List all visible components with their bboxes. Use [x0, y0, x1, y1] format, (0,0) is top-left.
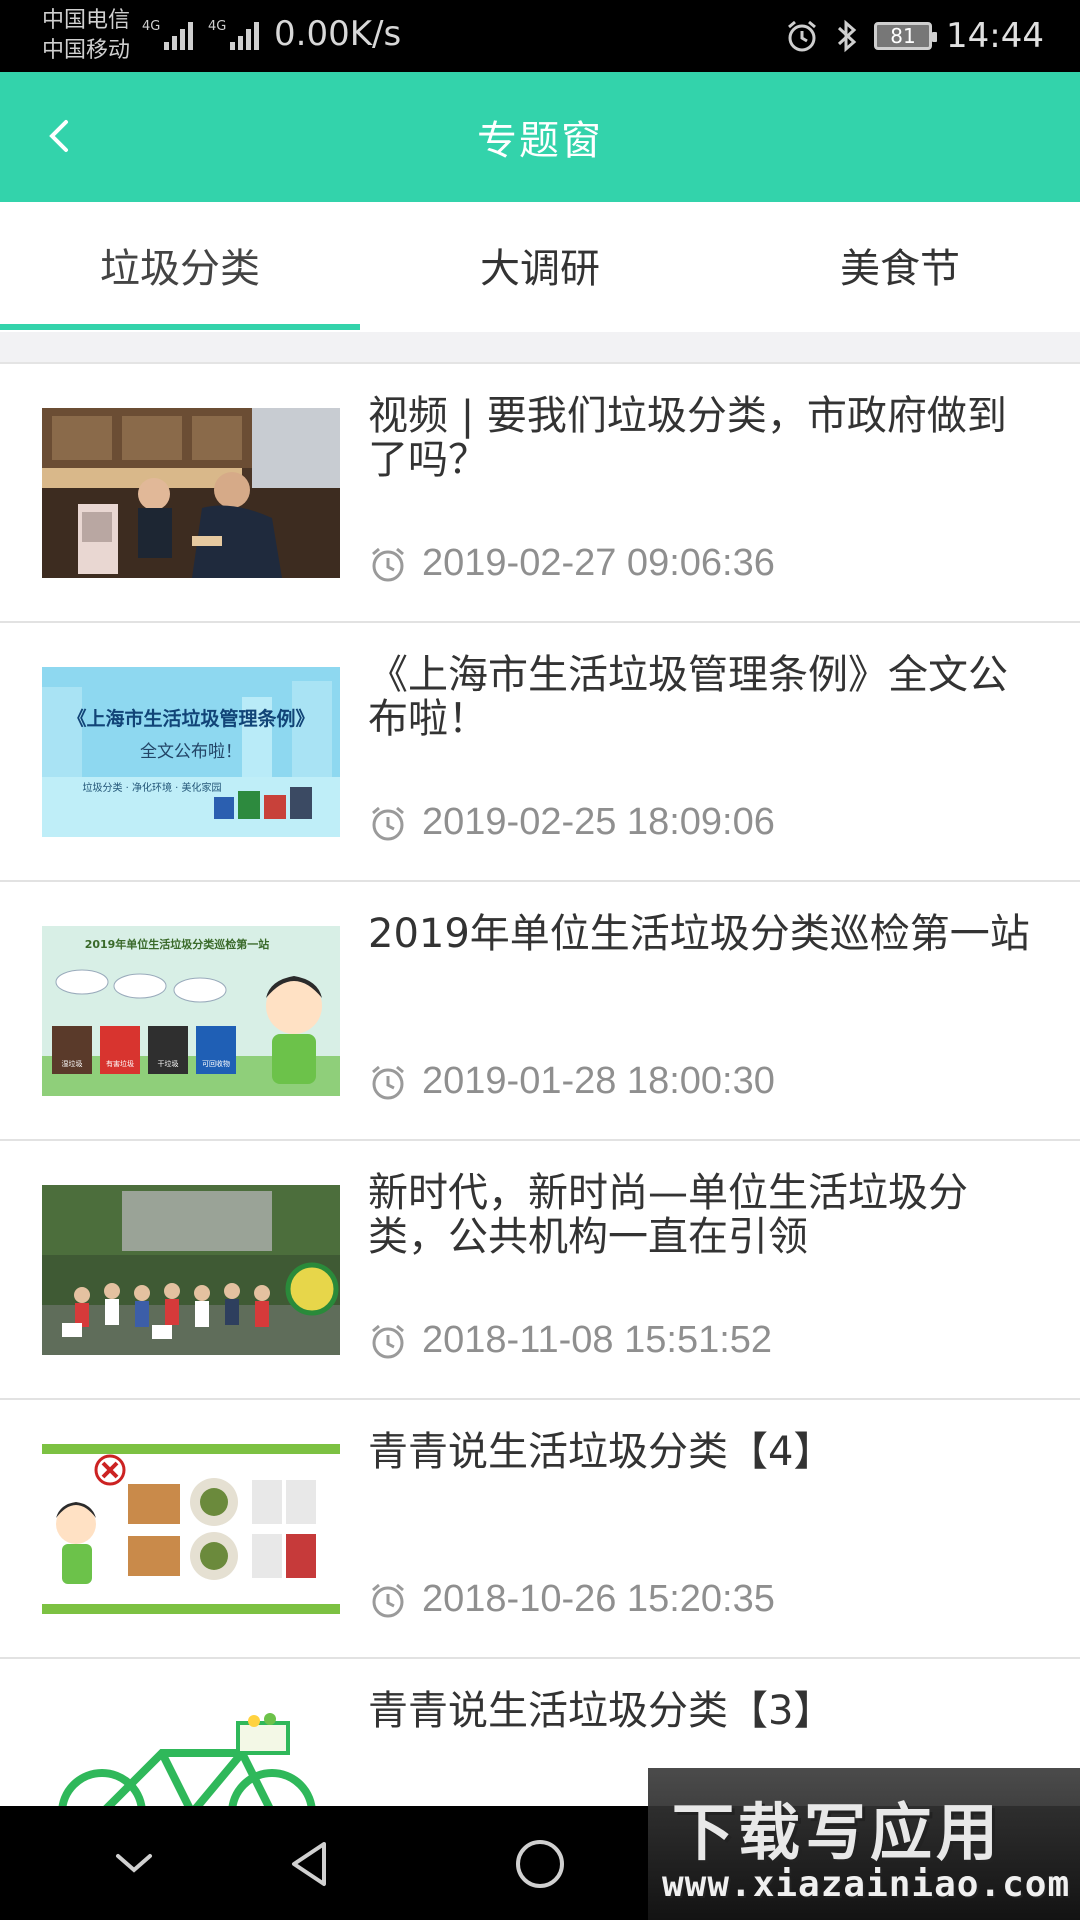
article-meta: 2018-11-08 15:51:52	[368, 1319, 772, 1362]
carrier-labels: 中国电信 中国移动	[42, 6, 130, 66]
list-item[interactable]: 新时代，新时尚—单位生活垃圾分类，公共机构一直在引领 2018-11-08 15…	[0, 1141, 1080, 1400]
alarm-clock-icon	[372, 1324, 404, 1358]
tab-label: 大调研	[480, 246, 600, 292]
svg-text:湿垃圾: 湿垃圾	[62, 1059, 83, 1068]
alarm-icon	[788, 20, 816, 52]
svg-text:垃圾分类 · 净化环境 · 美化家园: 垃圾分类 · 净化环境 · 美化家园	[82, 781, 221, 794]
alarm-clock-icon	[372, 1583, 404, 1617]
article-meta: 2019-01-28 18:00:30	[368, 1060, 775, 1103]
battery-icon: 81	[874, 22, 938, 50]
home-circle-icon[interactable]	[510, 1836, 570, 1892]
article-title: 视频 | 要我们垃圾分类，市政府做到了吗？	[368, 393, 1007, 483]
list-item[interactable]: 《上海市生活垃圾管理条例》 全文公布啦！ 垃圾分类 · 净化环境 · 美化家园 …	[0, 623, 1080, 882]
net-speed: 0.00K/s	[274, 14, 402, 54]
svg-text:4G: 4G	[208, 19, 226, 34]
article-time: 2019-02-25 18:09:06	[422, 801, 775, 843]
signal-icon: 4G	[142, 19, 193, 50]
tab-research[interactable]: 大调研	[360, 202, 720, 332]
signal-icon: 4G	[208, 19, 259, 50]
carrier-2: 中国移动	[42, 38, 131, 63]
status-bar: 中国电信 中国移动 4G 4G 0.00K/s 81 14:44	[0, 0, 1080, 72]
svg-text:有害垃圾: 有害垃圾	[106, 1059, 134, 1068]
app-screen: 中国电信 中国移动 4G 4G 0.00K/s 81 14:44 专题窗 垃圾分…	[0, 0, 1080, 1920]
tab-label: 垃圾分类	[100, 246, 260, 292]
tab-bar: 垃圾分类 大调研 美食节	[0, 202, 1080, 332]
article-thumbnail	[42, 408, 340, 578]
article-thumbnail: 2019年单位生活垃圾分类巡检第一站 湿垃圾 有害垃圾 干垃圾 可回收物	[42, 926, 340, 1096]
tab-label: 美食节	[840, 246, 960, 292]
svg-text:《上海市生活垃圾管理条例》: 《上海市生活垃圾管理条例》	[67, 707, 314, 730]
alarm-clock-icon	[372, 806, 404, 840]
status-time: 14:44	[946, 16, 1044, 56]
alarm-clock-icon	[372, 1065, 404, 1099]
chevron-down-icon[interactable]	[104, 1836, 164, 1892]
bluetooth-icon	[837, 19, 857, 53]
article-thumbnail	[42, 1444, 340, 1614]
svg-text:干垃圾: 干垃圾	[158, 1059, 179, 1068]
article-title: 2019年单位生活垃圾分类巡检第一站	[368, 911, 1030, 957]
article-title: 青青说生活垃圾分类【4】	[368, 1429, 834, 1475]
article-thumbnail	[42, 1185, 340, 1355]
article-time: 2019-02-27 09:06:36	[422, 542, 775, 584]
status-right: 81 14:44	[784, 10, 1044, 62]
article-time: 2018-10-26 15:20:35	[422, 1578, 775, 1620]
watermark-logo: 下载写应用	[672, 1796, 1003, 1869]
article-list: 视频 | 要我们垃圾分类，市政府做到了吗？ 2019-02-27 09:06:3…	[0, 364, 1080, 1918]
watermark: 下载写应用 www.xiazainiao.com	[648, 1768, 1080, 1920]
article-time: 2019-01-28 18:00:30	[422, 1060, 775, 1102]
tab-divider	[0, 332, 1080, 364]
svg-text:2019年单位生活垃圾分类巡检第一站: 2019年单位生活垃圾分类巡检第一站	[85, 937, 270, 951]
svg-text:可回收物: 可回收物	[202, 1059, 230, 1068]
tab-food-festival[interactable]: 美食节	[720, 202, 1080, 332]
list-item[interactable]: 视频 | 要我们垃圾分类，市政府做到了吗？ 2019-02-27 09:06:3…	[0, 364, 1080, 623]
battery-level: 81	[890, 24, 916, 48]
article-time: 2018-11-08 15:51:52	[422, 1319, 773, 1361]
page-title: 专题窗	[477, 118, 603, 164]
tab-indicator	[0, 324, 360, 330]
article-title: 《上海市生活垃圾管理条例》全文公布啦！	[368, 652, 1008, 742]
app-bar: 专题窗	[0, 72, 1080, 202]
article-thumbnail: 《上海市生活垃圾管理条例》 全文公布啦！ 垃圾分类 · 净化环境 · 美化家园	[42, 667, 340, 837]
article-meta: 2018-10-26 15:20:35	[368, 1578, 775, 1621]
alarm-clock-icon	[372, 547, 404, 581]
back-triangle-icon[interactable]	[280, 1836, 340, 1892]
article-title: 青青说生活垃圾分类【3】	[368, 1688, 834, 1734]
tab-garbage-sorting[interactable]: 垃圾分类	[0, 202, 360, 332]
list-item[interactable]: 青青说生活垃圾分类【4】 2018-10-26 15:20:35	[0, 1400, 1080, 1659]
article-meta: 2019-02-27 09:06:36	[368, 542, 775, 585]
svg-text:全文公布啦！: 全文公布啦！	[140, 742, 242, 762]
svg-text:4G: 4G	[142, 19, 160, 34]
list-item[interactable]: 2019年单位生活垃圾分类巡检第一站 湿垃圾 有害垃圾 干垃圾 可回收物 201…	[0, 882, 1080, 1141]
article-meta: 2019-02-25 18:09:06	[368, 801, 775, 844]
watermark-url: www.xiazainiao.com	[662, 1864, 1071, 1905]
article-title: 新时代，新时尚—单位生活垃圾分类，公共机构一直在引领	[368, 1170, 968, 1260]
carrier-1: 中国电信	[42, 8, 131, 33]
